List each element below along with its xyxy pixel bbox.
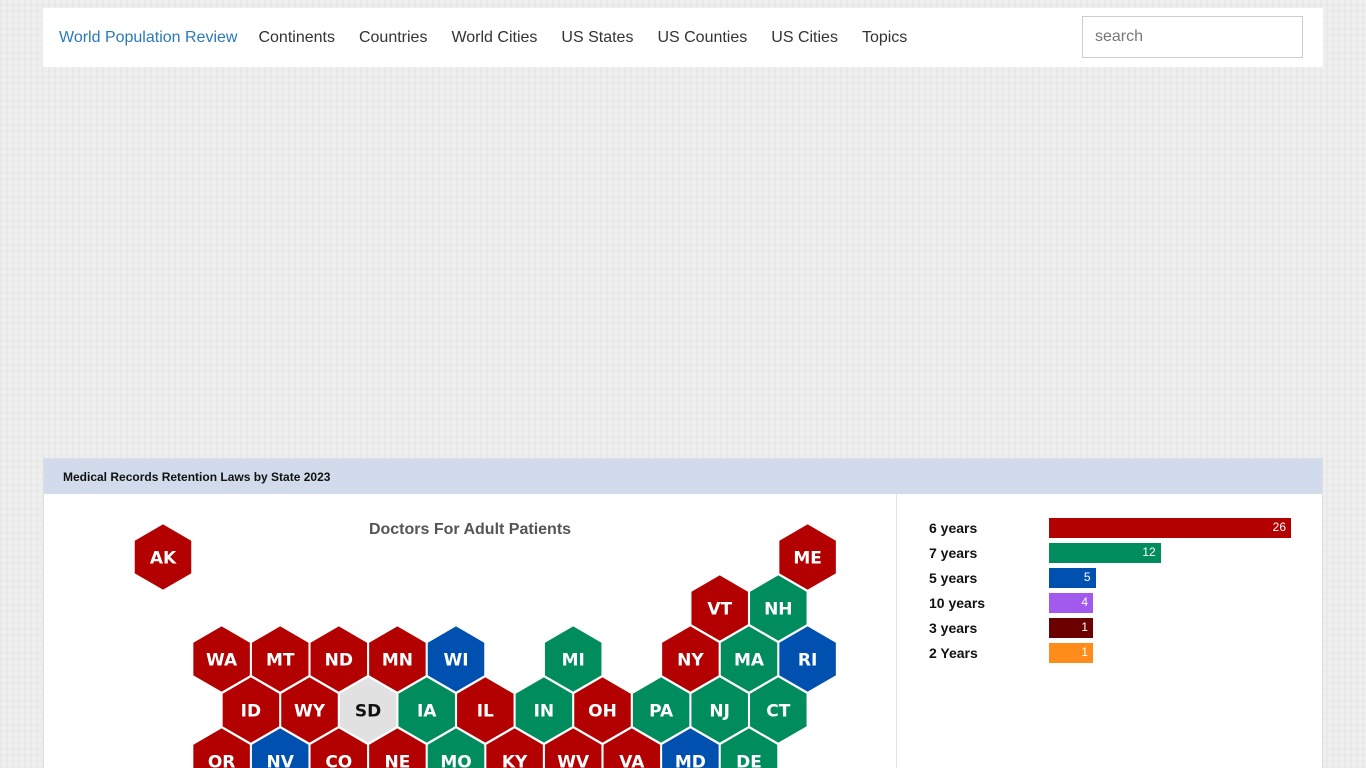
legend-count: 12: [1142, 545, 1156, 559]
legend-label: 5 years: [929, 570, 978, 586]
state-hex-label: VT: [707, 600, 732, 620]
state-hex-label: ME: [793, 549, 822, 569]
legend-bar: 1: [1049, 643, 1093, 663]
map-title: Doctors For Adult Patients: [368, 521, 572, 538]
nav-link-world-cities[interactable]: World Cities: [451, 29, 537, 47]
legend-bar-chart: 6 years 26 7 years 12 5 years 5 10 years 4 3 yea…: [896, 494, 1324, 768]
state-hex-label: NJ: [709, 702, 730, 722]
state-hex-label: IN: [534, 702, 555, 722]
state-hex-label: DE: [736, 753, 762, 768]
state-hex-label: MT: [266, 651, 295, 671]
legend-label: 7 years: [929, 545, 978, 561]
legend-bar: 1: [1049, 618, 1093, 638]
state-hex-label: NH: [764, 600, 792, 620]
state-hex-label: MN: [382, 651, 413, 671]
state-hex-label: MD: [675, 753, 706, 768]
state-hex-label: VA: [619, 753, 645, 768]
legend-label: 3 years: [929, 620, 978, 636]
legend-count: 1: [1081, 645, 1088, 659]
legend-bar: 5: [1049, 568, 1096, 588]
hex-map-area: AK ME VT NH WA MT ND MN WI MI NY MA RI ID WY SD IA IL IN OH…: [44, 494, 896, 768]
state-hex-label: WI: [443, 651, 468, 671]
legend-label: 10 years: [929, 595, 986, 611]
state-hex-label: MI: [562, 651, 585, 671]
nav-link-us-cities[interactable]: US Cities: [771, 29, 838, 47]
legend-bar: 26: [1049, 518, 1291, 538]
state-hex-label: WV: [557, 753, 590, 768]
state-hex-label: ND: [325, 651, 353, 671]
state-hex-label: WY: [294, 702, 326, 722]
brand-link[interactable]: World Population Review: [59, 29, 237, 47]
state-hex-label: MO: [440, 753, 471, 768]
state-hex-label: CO: [325, 753, 352, 768]
legend-label: 2 Years: [929, 645, 978, 661]
legend-count: 1: [1081, 620, 1088, 634]
state-hex-label: OH: [588, 702, 617, 722]
state-hex-label: WA: [206, 651, 238, 671]
nav-link-topics[interactable]: Topics: [862, 29, 907, 47]
legend-count: 4: [1081, 595, 1088, 609]
legend-label: 6 years: [929, 520, 978, 536]
legend-bar: 12: [1049, 543, 1161, 563]
state-hex-label: PA: [649, 702, 674, 722]
state-hex-label: NY: [677, 651, 704, 671]
nav-link-continents[interactable]: Continents: [258, 29, 335, 47]
top-navbar: World Population Review Continents Count…: [43, 8, 1323, 67]
legend-count: 26: [1272, 520, 1286, 534]
state-hex-label: ID: [241, 702, 261, 722]
state-hex-label: NE: [384, 753, 410, 768]
state-hex-label: OR: [208, 753, 236, 768]
state-hex-label: NV: [267, 753, 295, 768]
search-input[interactable]: [1082, 16, 1303, 58]
state-hex-label: KY: [502, 753, 528, 768]
retention-laws-panel: Medical Records Retention Laws by State …: [43, 458, 1323, 768]
legend-count: 5: [1083, 570, 1091, 584]
state-hex-label: CT: [766, 702, 790, 722]
panel-title: Medical Records Retention Laws by State …: [44, 459, 1322, 494]
state-hex-label: IL: [477, 702, 494, 722]
nav-link-us-counties[interactable]: US Counties: [657, 29, 747, 47]
state-hex-label: MA: [734, 651, 765, 671]
legend-bar: 4: [1049, 593, 1093, 613]
state-hex-label: AK: [150, 549, 177, 569]
nav-link-countries[interactable]: Countries: [359, 29, 427, 47]
nav-link-us-states[interactable]: US States: [561, 29, 633, 47]
state-hex-label: SD: [355, 702, 381, 722]
state-hex-label: RI: [798, 651, 817, 671]
state-hex-label: IA: [417, 702, 437, 722]
